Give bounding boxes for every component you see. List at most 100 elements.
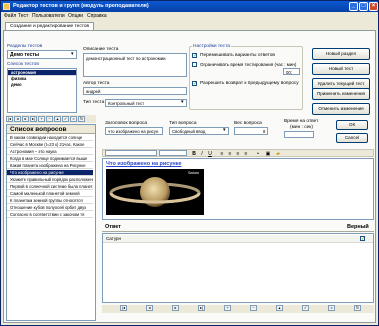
saturn-icon bbox=[109, 177, 201, 207]
test-type-label: Тип теста bbox=[83, 100, 105, 105]
close-button[interactable]: × bbox=[369, 2, 378, 11]
check-icon[interactable]: ✓ bbox=[62, 116, 69, 122]
answer-time-label: Время на ответ bbox=[284, 119, 319, 124]
weight-field[interactable]: 8 bbox=[234, 127, 268, 135]
font-size-select[interactable] bbox=[159, 150, 187, 156]
shuffle-checkbox[interactable]: ✓ bbox=[192, 53, 197, 59]
prev-icon[interactable]: ◂ bbox=[14, 116, 21, 122]
question-row[interactable]: К планетам земной группы относятся bbox=[7, 198, 93, 204]
question-row[interactable]: Укажите правильный порядок расположения bbox=[7, 177, 93, 183]
question-row-selected[interactable]: Что изображено на рисунке bbox=[7, 170, 93, 176]
answers-header-row: Ответ Верный bbox=[102, 223, 374, 232]
align-right-icon[interactable]: ≡ bbox=[235, 151, 241, 157]
add-icon[interactable]: + bbox=[224, 305, 231, 311]
questions-header: Список вопросов bbox=[10, 126, 67, 133]
apply-changes-button[interactable]: Применить изменения bbox=[312, 88, 370, 100]
menu-users[interactable]: Пользователи bbox=[32, 13, 65, 19]
next-icon[interactable]: ▸ bbox=[22, 116, 29, 122]
new-section-button[interactable]: Новый раздел bbox=[312, 48, 370, 60]
first-icon[interactable]: |◂ bbox=[6, 116, 13, 122]
chevron-down-icon: ▾ bbox=[181, 100, 184, 105]
question-row[interactable]: Согласно в соответствии с законом тя bbox=[7, 212, 93, 218]
question-type-select[interactable]: Свободный ввод ▾ bbox=[169, 127, 229, 135]
last-icon[interactable]: ▸| bbox=[198, 305, 205, 311]
refresh-icon[interactable]: ↻ bbox=[354, 305, 361, 311]
bold-icon[interactable]: B bbox=[191, 151, 197, 157]
cancel-icon[interactable]: × bbox=[328, 305, 335, 311]
prev-icon[interactable]: ◂ bbox=[146, 305, 153, 311]
justify-icon[interactable]: ≡ bbox=[243, 151, 249, 157]
questions-nav: |◂ ◂ ▸ ▸| + − ▴ ✓ × ↻ bbox=[6, 115, 96, 123]
menu-options[interactable]: Опции bbox=[68, 13, 83, 19]
saturn-image: Saturn bbox=[106, 169, 204, 215]
cancel-changes-button[interactable]: Отменить изменения bbox=[312, 103, 370, 115]
menu-test[interactable]: Тест bbox=[18, 13, 28, 19]
up-icon[interactable]: ▴ bbox=[276, 305, 283, 311]
question-row[interactable]: Отношение кубов полуосей орбит двух bbox=[7, 205, 93, 211]
image-caption: Saturn bbox=[188, 171, 200, 175]
menu-help[interactable]: Справка bbox=[87, 13, 107, 19]
questions-list[interactable]: Список вопросов В каком созвездии находи… bbox=[6, 124, 96, 321]
tab-create-edit-tests[interactable]: Создание и редактирование тестов bbox=[5, 22, 95, 30]
minimize-button[interactable]: _ bbox=[349, 2, 358, 11]
remove-icon[interactable]: − bbox=[46, 116, 53, 122]
question-row[interactable]: Самой маленькой планетой земной bbox=[7, 191, 93, 197]
correct-checkbox[interactable]: ✓ bbox=[360, 236, 365, 242]
test-type-select[interactable]: Контрольный тест ▾ bbox=[105, 99, 187, 107]
cancel-button[interactable]: Cancel bbox=[336, 133, 368, 143]
question-row[interactable]: В каком созвездии находится солнце bbox=[7, 135, 93, 141]
time-limit-value: 00: bbox=[286, 70, 292, 75]
answer-time-field[interactable] bbox=[284, 131, 314, 138]
question-title-label: Заголовок вопроса bbox=[105, 121, 148, 126]
test-item-demo[interactable]: демо bbox=[8, 82, 76, 88]
new-test-button[interactable]: Новый тест bbox=[312, 63, 370, 75]
time-limit-input[interactable]: 00: bbox=[283, 68, 300, 75]
app-icon bbox=[3, 3, 10, 10]
description-field[interactable]: демонстрационный тест по астрономии bbox=[83, 53, 187, 77]
author-field[interactable]: андрей bbox=[83, 87, 187, 95]
italic-icon[interactable]: I bbox=[199, 151, 205, 157]
question-row[interactable]: Первой в солнечной системе была планета bbox=[7, 184, 93, 190]
font-select[interactable] bbox=[105, 150, 157, 156]
question-title-field[interactable]: что изображено на рисун bbox=[105, 127, 163, 135]
ok-button[interactable]: ОК bbox=[336, 120, 368, 130]
first-icon[interactable]: |◂ bbox=[120, 305, 127, 311]
menu-file[interactable]: Файл bbox=[4, 13, 16, 19]
align-center-icon[interactable]: ≡ bbox=[227, 151, 233, 157]
question-row[interactable]: Какая планета изображена на Рисунке bbox=[7, 163, 93, 169]
test-sections-value: Демо тесты bbox=[10, 52, 40, 58]
settings-label: Настройки теста bbox=[192, 44, 231, 49]
question-content[interactable]: Что изображено на рисунке Saturn bbox=[102, 158, 374, 220]
bullets-icon[interactable]: • bbox=[255, 151, 261, 157]
question-type-value: Свободный ввод bbox=[172, 129, 206, 134]
question-row[interactable]: Астрономия – это наука bbox=[7, 149, 93, 155]
test-sections-select[interactable]: Демо тесты ▾ bbox=[7, 50, 77, 59]
last-icon[interactable]: ▸| bbox=[30, 116, 37, 122]
remove-icon[interactable]: − bbox=[250, 305, 257, 311]
question-row[interactable]: Сейчас в Москве (t=23 к) 21час. Какое bbox=[7, 142, 93, 148]
folder-icon[interactable]: ▰ bbox=[275, 151, 281, 157]
add-icon[interactable]: + bbox=[38, 116, 45, 122]
maximize-button[interactable]: □ bbox=[359, 2, 368, 11]
up-icon[interactable]: ▴ bbox=[54, 116, 61, 122]
correct-header: Верный bbox=[347, 224, 369, 230]
allow-return-checkbox[interactable]: ✓ bbox=[192, 81, 197, 87]
chevron-down-icon: ▾ bbox=[223, 128, 226, 133]
answer-row[interactable]: Сатурн ✓ bbox=[103, 235, 373, 243]
test-sections-label: Разделы тестов bbox=[7, 44, 43, 49]
underline-icon[interactable]: U bbox=[207, 151, 213, 157]
cancel-icon[interactable]: × bbox=[70, 116, 77, 122]
answers-list[interactable]: Сатурн ✓ bbox=[102, 233, 374, 303]
time-limit-checkbox[interactable] bbox=[192, 62, 197, 67]
insert-image-icon[interactable]: ▣ bbox=[265, 151, 271, 157]
answer-header: Ответ bbox=[105, 224, 121, 230]
tests-list[interactable]: астрономия физика демо bbox=[7, 68, 77, 113]
answer-text[interactable]: Сатурн bbox=[106, 236, 121, 241]
check-icon[interactable]: ✓ bbox=[302, 305, 309, 311]
question-row[interactable]: Когда в мае Солнце поднимается выше bbox=[7, 156, 93, 162]
next-icon[interactable]: ▸ bbox=[172, 305, 179, 311]
refresh-icon[interactable]: ↻ bbox=[78, 116, 85, 122]
tab-strip: Создание и редактирование тестов bbox=[3, 22, 376, 30]
align-left-icon[interactable]: ≡ bbox=[219, 151, 225, 157]
menu-bar: Файл Тест Пользователи Опции Справка bbox=[1, 12, 378, 21]
